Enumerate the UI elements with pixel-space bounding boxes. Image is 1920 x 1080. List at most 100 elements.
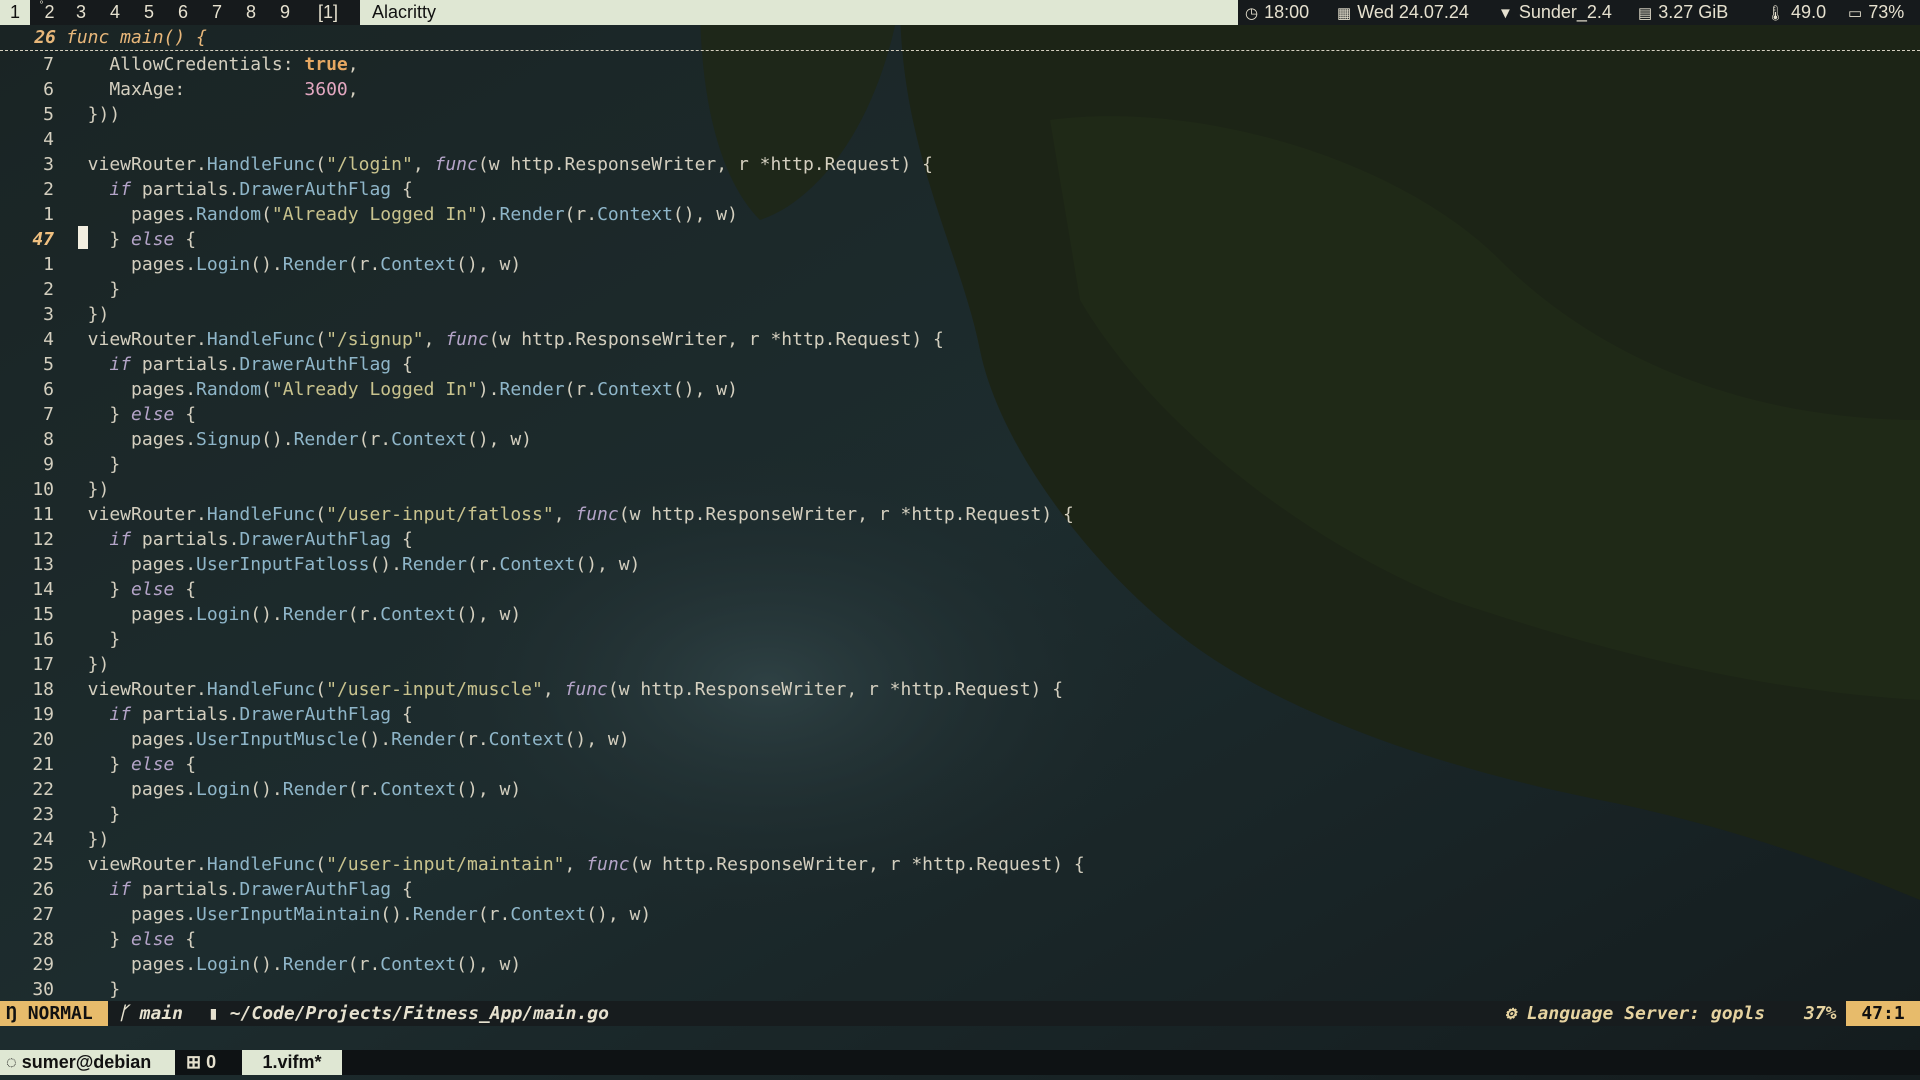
code-token: DrawerAuthFlag [239,704,392,725]
code-line[interactable]: 17 }) [0,652,1920,677]
line-number: 47 [32,229,54,250]
code-line[interactable]: 29 pages.Login().Render(r.Context(), w) [0,952,1920,977]
code-token: MaxAge: [66,79,305,100]
context-winbar: 26 func main() { [0,26,1920,51]
code-line[interactable]: 16 } [0,627,1920,652]
code-token: (r. [564,379,598,400]
code-token: pages. [66,954,197,975]
code-token: { [174,754,197,775]
tmux-window-tab[interactable]: 1.vifm* [242,1050,342,1075]
code-text: pages.Signup().Render(r.Context(), w) [66,427,532,452]
code-token: viewRouter. [66,504,207,525]
mode-label: NORMAL [27,1003,93,1024]
code-token: Login [196,604,251,625]
line-number: 19 [32,704,54,725]
code-line[interactable]: 30 } [0,977,1920,1002]
code-token: (), w) [456,604,522,625]
code-line[interactable]: 6 pages.Random("Already Logged In").Rend… [0,377,1920,402]
code-token: Context [391,429,467,450]
workspace-label: 9 [279,2,290,22]
code-line[interactable]: 5 })) [0,102,1920,127]
code-line[interactable]: 26 if partials.DrawerAuthFlag { [0,877,1920,902]
code-line[interactable]: 8 pages.Signup().Render(r.Context(), w) [0,427,1920,452]
workspace-2[interactable]: °2 [30,0,64,25]
code-line[interactable]: 14 } else { [0,577,1920,602]
code-line[interactable]: 24 }) [0,827,1920,852]
code-token: Signup [196,429,262,450]
code-line[interactable]: 7 } else { [0,402,1920,427]
code-line[interactable]: 3 viewRouter.HandleFunc("/login", func(w… [0,152,1920,177]
workspace-7[interactable]: 7 [200,0,234,25]
line-number: 20 [32,729,54,750]
workspace-label: 8 [245,2,256,22]
code-text: if partials.DrawerAuthFlag { [66,702,412,727]
code-token: pages. [66,554,197,575]
line-number: 4 [43,129,54,150]
code-token: (), w) [467,429,533,450]
line-number: 3 [43,304,54,325]
code-token: else [131,929,175,950]
code-line[interactable]: 28 } else { [0,927,1920,952]
line-number: 18 [32,679,54,700]
workspace-9[interactable]: 9 [268,0,302,25]
workspace-1[interactable]: 1 [0,0,30,25]
code-token: (). [261,429,294,450]
code-line[interactable]: 25 viewRouter.HandleFunc("/user-input/ma… [0,852,1920,877]
file-icon: ▮ [208,1003,230,1024]
code-token: (w http.ResponseWriter, r *http.Request)… [488,329,944,350]
code-line[interactable]: 19 if partials.DrawerAuthFlag { [0,702,1920,727]
code-token: (r. [347,954,381,975]
code-line[interactable]: 1 pages.Random("Already Logged In").Rend… [0,202,1920,227]
code-text: pages.Random("Already Logged In").Render… [66,202,738,227]
code-line-current[interactable]: 47 } else { [0,227,1920,252]
file-path-text: ~/Code/Projects/Fitness_App/main.go [229,1003,609,1024]
gears-icon: ⚙ [1505,1003,1527,1024]
code-line[interactable]: 6 MaxAge: 3600, [0,77,1920,102]
code-token: Render [412,904,478,925]
code-line[interactable]: 7 AllowCredentials: true, [0,52,1920,77]
code-line[interactable]: 3 }) [0,302,1920,327]
code-line[interactable]: 4 [0,127,1920,152]
code-line[interactable]: 12 if partials.DrawerAuthFlag { [0,527,1920,552]
code-line[interactable]: 22 pages.Login().Render(r.Context(), w) [0,777,1920,802]
code-token: (). [380,904,413,925]
date-text: Wed 24.07.24 [1357,2,1469,22]
workspace-6[interactable]: 6 [166,0,200,25]
code-line[interactable]: 4 viewRouter.HandleFunc("/signup", func(… [0,327,1920,352]
code-editor[interactable]: 7 AllowCredentials: true, 6 MaxAge: 3600,… [0,52,1920,1052]
code-token: , [347,79,359,100]
code-line[interactable]: 2 if partials.DrawerAuthFlag { [0,177,1920,202]
code-line[interactable]: 15 pages.Login().Render(r.Context(), w) [0,602,1920,627]
code-token: if [109,879,132,900]
code-token: { [391,879,413,900]
code-token: { [174,229,197,250]
code-line[interactable]: 18 viewRouter.HandleFunc("/user-input/mu… [0,677,1920,702]
code-line[interactable]: 27 pages.UserInputMaintain().Render(r.Co… [0,902,1920,927]
workspace-4[interactable]: 4 [98,0,132,25]
code-line[interactable]: 23 } [0,802,1920,827]
workspace-5[interactable]: 5 [132,0,166,25]
code-line[interactable]: 2 } [0,277,1920,302]
line-number: 14 [32,579,54,600]
code-token: , [564,854,587,875]
session-name: sumer@debian [21,1052,152,1072]
code-line[interactable]: 21 } else { [0,752,1920,777]
code-token: "/user-input/maintain" [326,854,565,875]
memory-usage: 3.27 GiB [1658,2,1729,22]
code-line[interactable]: 1 pages.Login().Render(r.Context(), w) [0,252,1920,277]
code-token: UserInputMuscle [196,729,359,750]
code-line[interactable]: 9 } [0,452,1920,477]
workspace-10[interactable]: [1] [304,0,352,25]
workspace-8[interactable]: 8 [234,0,268,25]
code-token: HandleFunc [206,154,316,175]
code-line[interactable]: 13 pages.UserInputFatloss().Render(r.Con… [0,552,1920,577]
code-line[interactable]: 11 viewRouter.HandleFunc("/user-input/fa… [0,502,1920,527]
code-line[interactable]: 20 pages.UserInputMuscle().Render(r.Cont… [0,727,1920,752]
code-line[interactable]: 10 }) [0,477,1920,502]
code-line[interactable]: 5 if partials.DrawerAuthFlag { [0,352,1920,377]
workspace-3[interactable]: 3 [64,0,98,25]
memory-widget: ▤ 3.27 GiB [1638,0,1728,25]
tmux-session[interactable]: ◌ sumer@debian [0,1050,175,1075]
code-text: pages.Login().Render(r.Context(), w) [66,252,521,277]
